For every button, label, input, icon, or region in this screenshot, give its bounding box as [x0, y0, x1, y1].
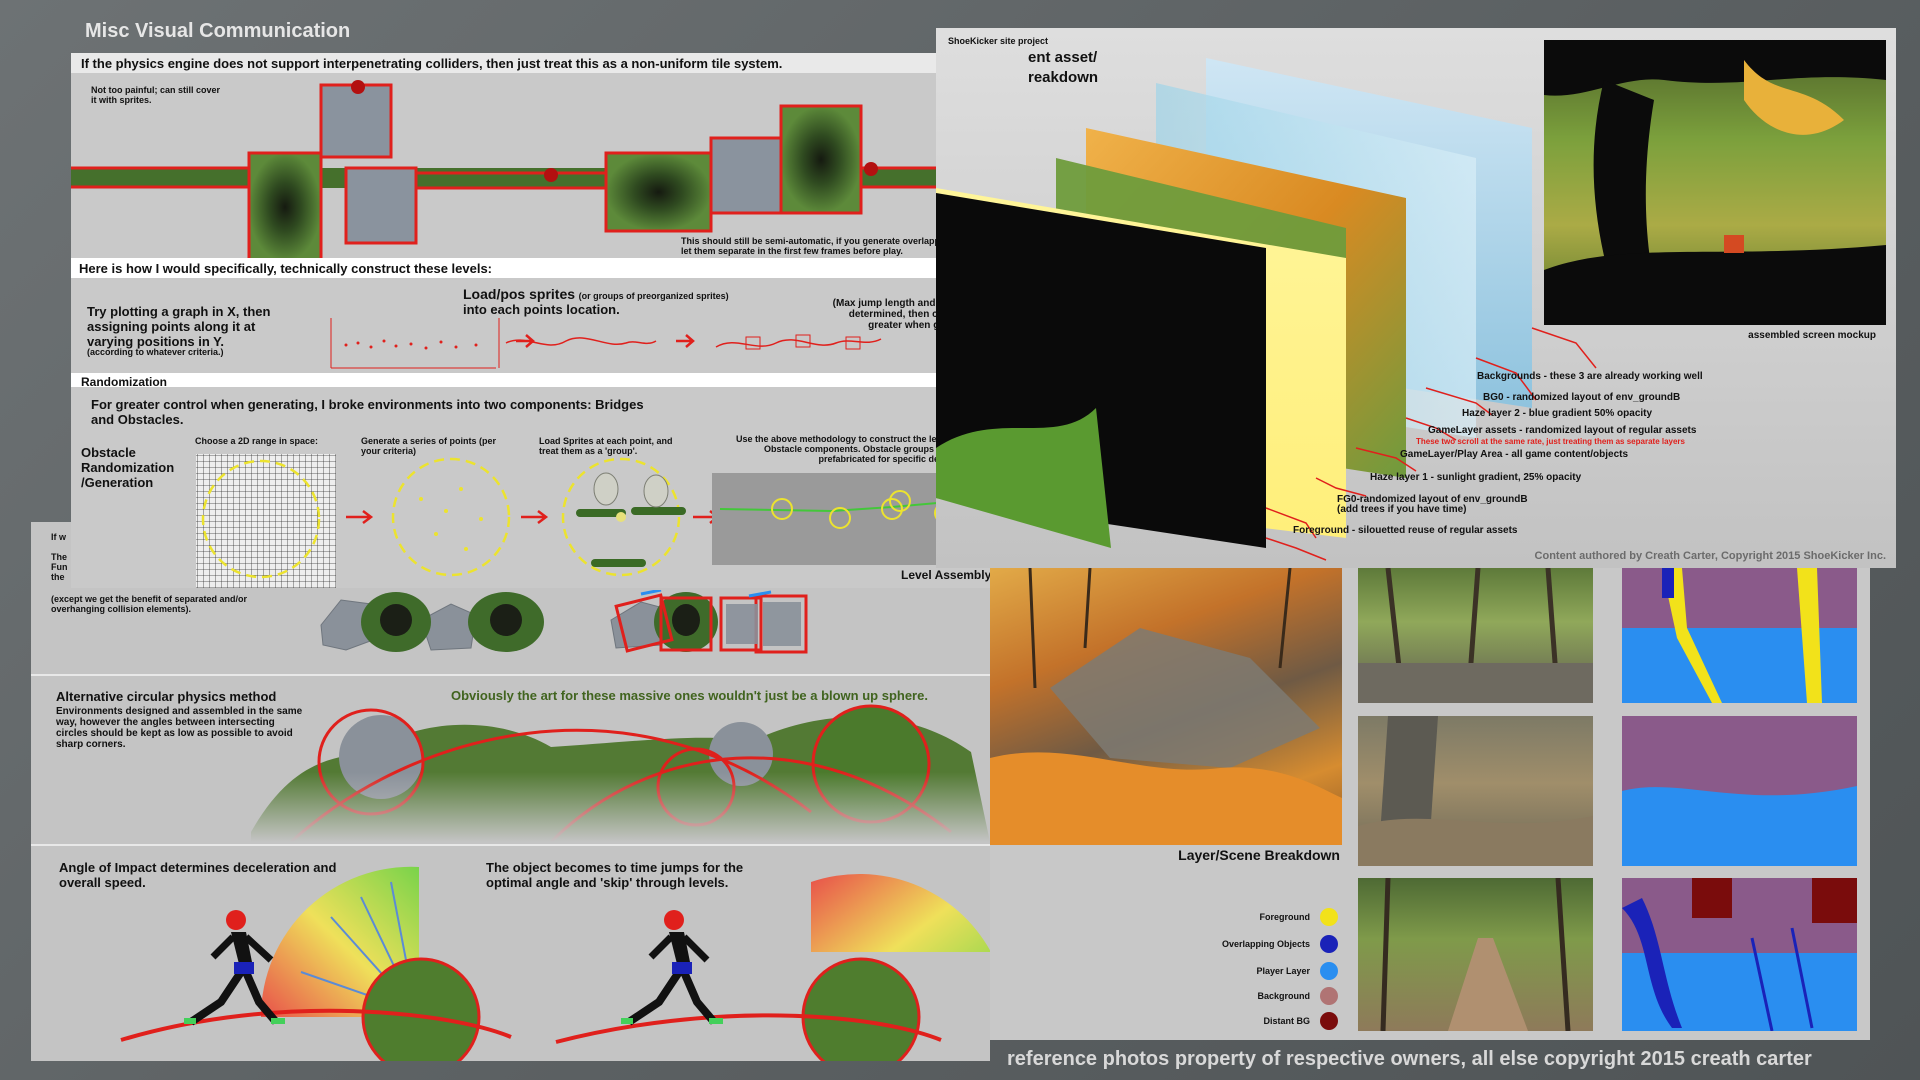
layer-label-scroll-note: These two scroll at the same rate, just …	[1416, 437, 1685, 446]
hidden-text-3: Fun	[51, 562, 68, 572]
photo-forest-trail	[1358, 878, 1593, 1031]
impact-illustration	[120, 866, 990, 1061]
seg-map-3	[1622, 878, 1857, 1031]
legend-item-player: Player Layer	[1160, 962, 1338, 980]
seg-map-1	[1622, 568, 1857, 703]
hidden-text-1: If w	[51, 532, 66, 542]
layer-label-bg0: BG0 - randomized layout of env_groundB	[1483, 392, 1681, 403]
layer-label-play-area: GameLayer/Play Area - all game content/o…	[1400, 449, 1629, 460]
layer-label-foreground: Foreground - silouetted reuse of regular…	[1293, 525, 1518, 536]
photo-rocky-cliff	[1358, 716, 1593, 866]
collision-note: (except we get the benefit of separated …	[51, 594, 248, 614]
level-assembly-label: Level Assembly	[901, 568, 992, 582]
circular-physics-panel: If w The Fun the (except we get the bene…	[31, 522, 990, 1061]
randomization-intro: For greater control when generating, I b…	[91, 397, 644, 427]
graph-plot-illustration	[330, 318, 882, 369]
legend-swatch-background	[1320, 987, 1338, 1005]
randomization-heading: Randomization	[81, 375, 167, 389]
legend-swatch-foreground	[1320, 908, 1338, 926]
assembled-mockup	[1544, 40, 1886, 325]
layer-label-haze1: Haze layer 1 - sunlight gradient, 25% op…	[1370, 472, 1582, 483]
randomization-col1: Choose a 2D range in space:	[195, 436, 319, 446]
layer-label-fg0-note: (add trees if you have time)	[1337, 504, 1467, 515]
photo-autumn-rocks	[990, 568, 1342, 845]
runner-right-icon	[621, 910, 723, 1026]
construct-heading: Here is how I would specifically, techni…	[79, 261, 493, 276]
tile-system-panel: If the physics engine does not support i…	[71, 53, 1031, 588]
circular-heading: Alternative circular physics method	[56, 689, 277, 704]
hidden-text-4: the	[51, 572, 65, 582]
construct-step1-note: (according to whatever criteria.)	[87, 347, 224, 357]
mockup-illustration	[1544, 40, 1886, 325]
legend-item-distant: Distant BG	[1160, 1012, 1338, 1030]
layer-label-backgrounds: Backgrounds - these 3 are already workin…	[1477, 371, 1703, 382]
tile-collider-illustration	[71, 80, 1031, 258]
page-title: Misc Visual Communication	[85, 20, 351, 42]
circular-green-note: Obviously the art for these massive ones…	[451, 688, 928, 703]
hidden-text-2: The	[51, 552, 68, 562]
layer-credit: Content authored by Creath Carter, Copyr…	[1534, 550, 1886, 562]
page-footer: reference photos property of respective …	[1007, 1048, 1812, 1070]
legend-item-overlapping: Overlapping Objects	[1160, 935, 1338, 953]
legend-swatch-player	[1320, 962, 1338, 980]
overlap-colliders-illustration	[320, 590, 808, 654]
reference-photos-panel: Layer/Scene Breakdown Foreground Overlap…	[990, 568, 1870, 1040]
legend-item-foreground: Foreground	[1160, 908, 1338, 926]
reference-caption: Layer/Scene Breakdown	[1178, 847, 1340, 863]
seg-map-2	[1622, 716, 1857, 866]
layer-breakdown-panel: ShoeKicker site project ent asset/ reakd…	[936, 28, 1896, 568]
tiles-heading: If the physics engine does not support i…	[81, 56, 783, 71]
construct-step1: Try plotting a graph in X, then assignin…	[87, 304, 271, 349]
randomization-side-label: Obstacle Randomization /Generation	[81, 445, 175, 490]
mockup-caption: assembled screen mockup	[1748, 330, 1876, 341]
layer-label-gamelayer-assets: GameLayer assets - randomized layout of …	[1428, 425, 1697, 436]
circular-terrain-illustration	[251, 704, 990, 842]
legend-item-background: Background	[1160, 987, 1338, 1005]
layer-label-haze2: Haze layer 2 - blue gradient 50% opacity	[1462, 408, 1653, 419]
photo-forest-stream	[1358, 568, 1593, 703]
legend-swatch-overlapping	[1320, 935, 1338, 953]
legend-swatch-distant	[1320, 1012, 1338, 1030]
